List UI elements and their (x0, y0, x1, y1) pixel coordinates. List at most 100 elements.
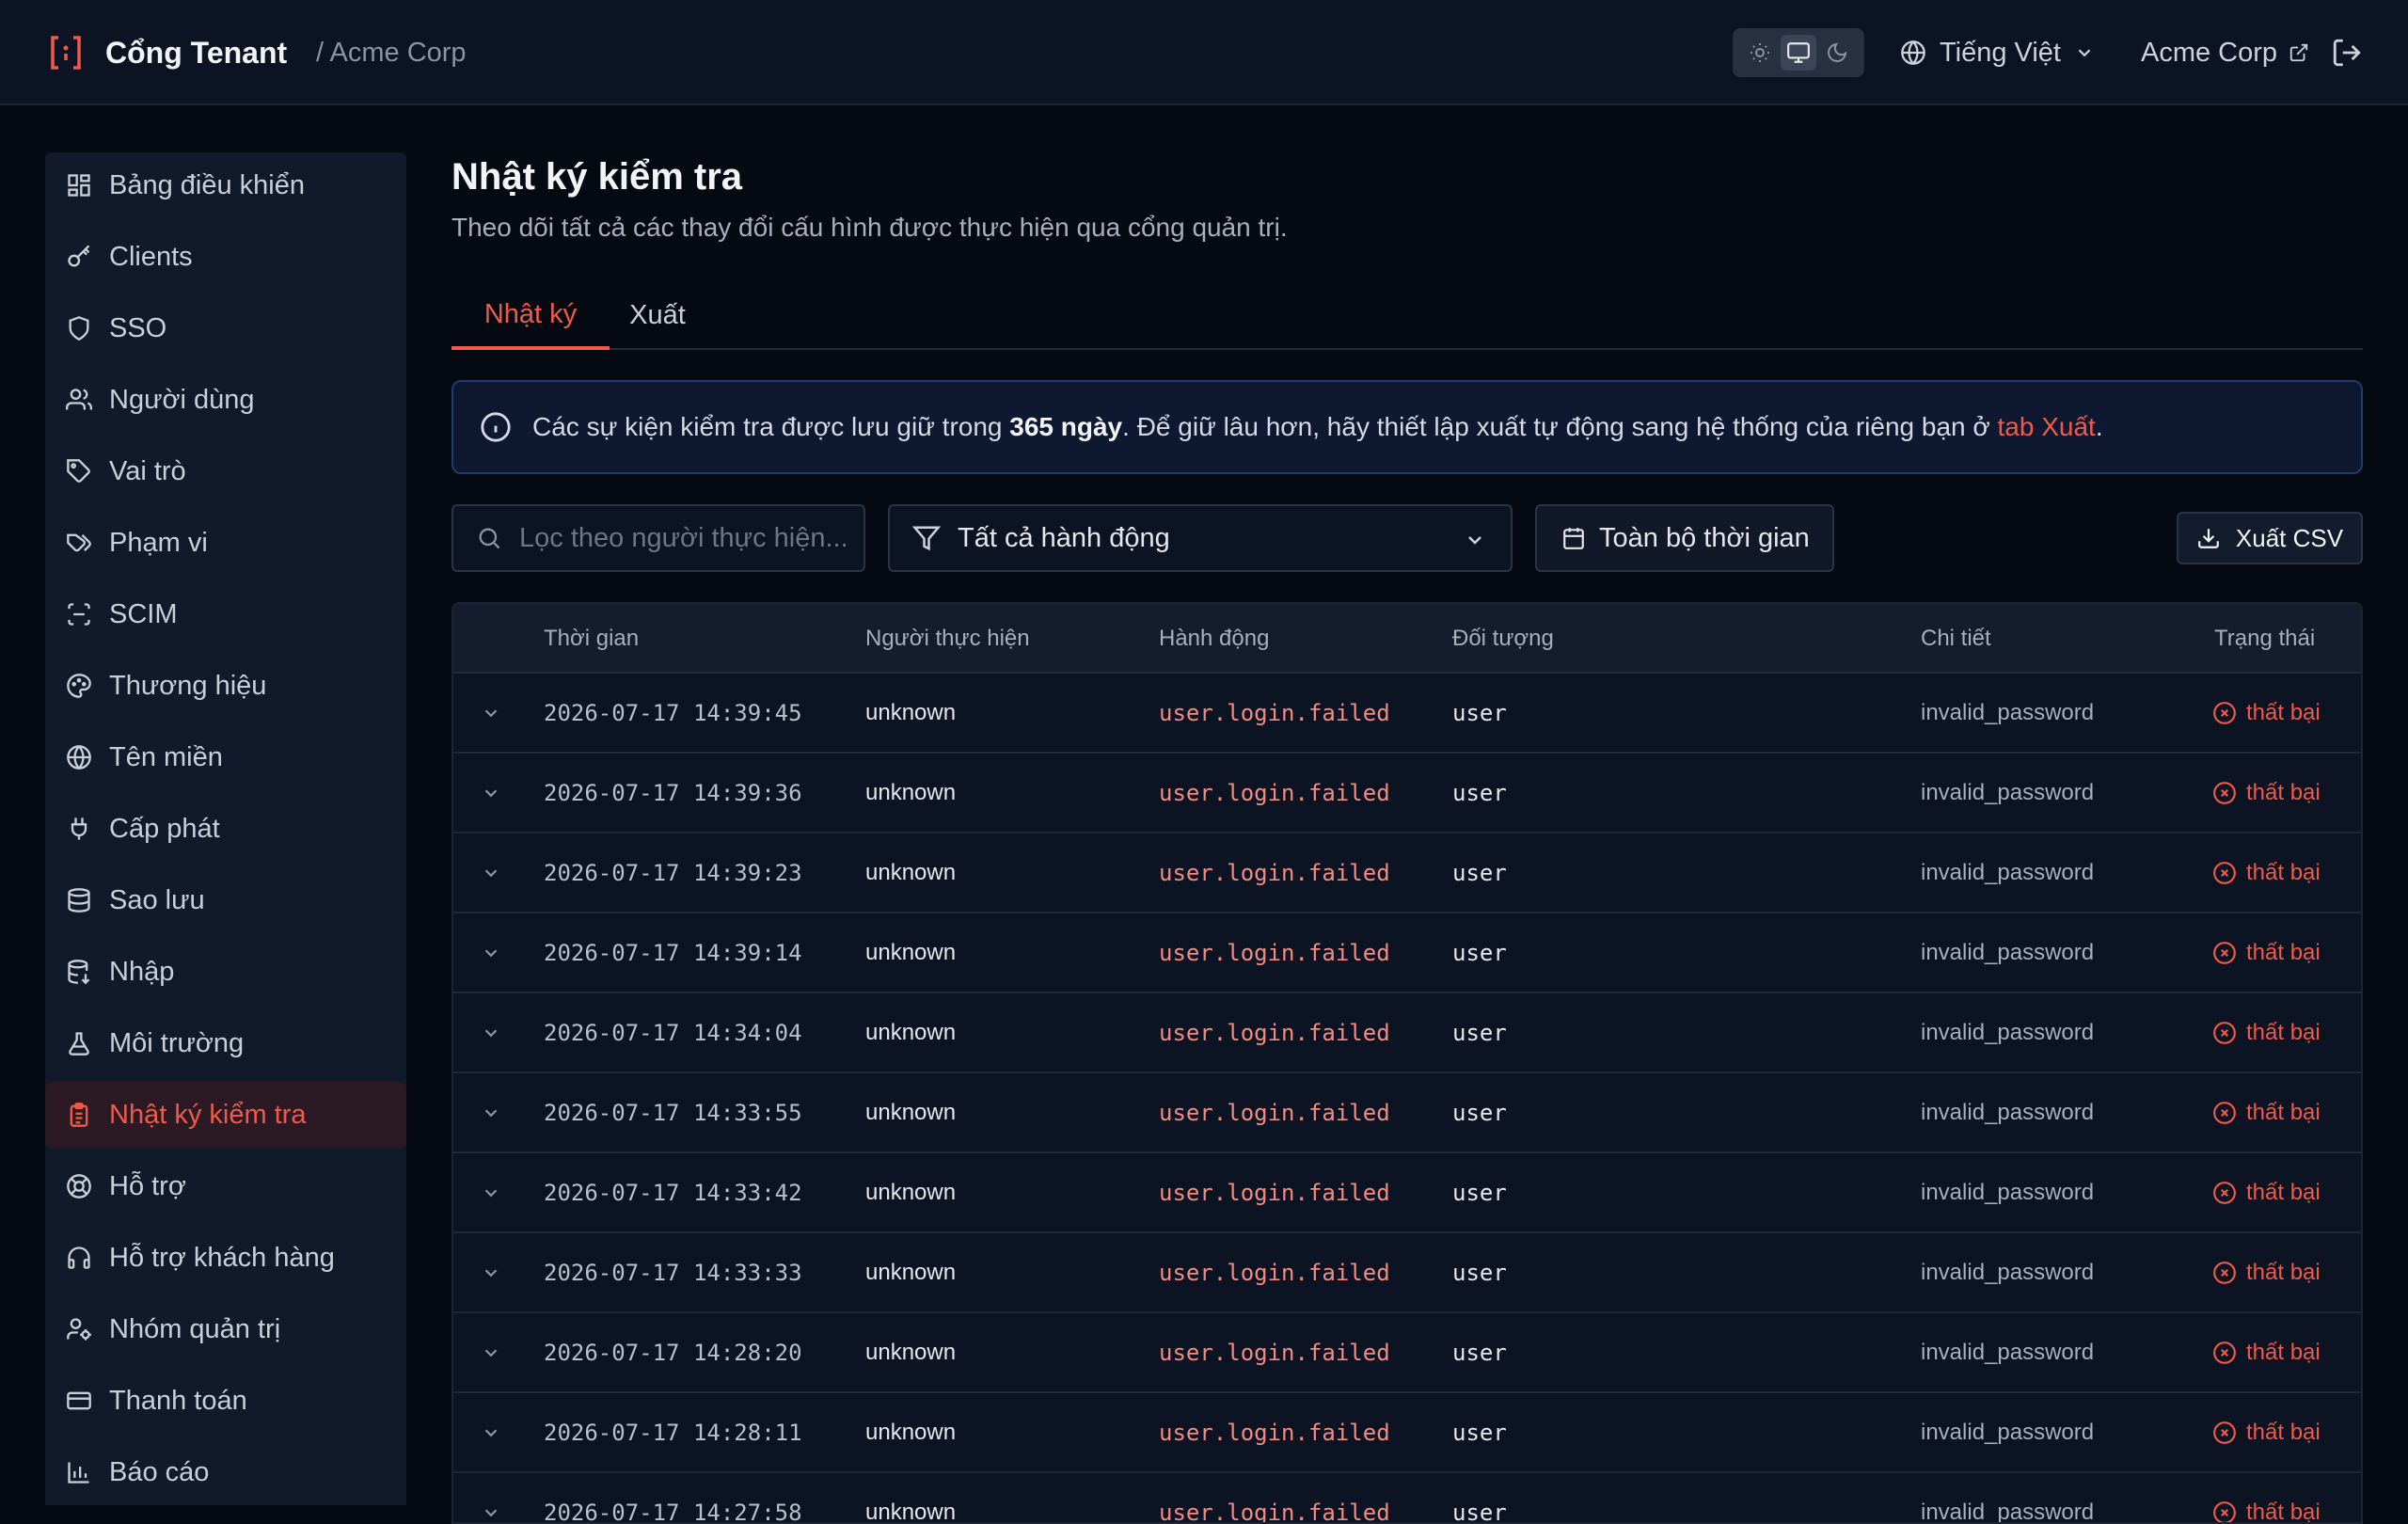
cell-detail: invalid_password (1921, 913, 2094, 992)
cell-actor: unknown (865, 833, 956, 912)
dashboard-icon (66, 172, 92, 198)
table-row[interactable]: 2026-07-17 14:39:45unknownuser.login.fai… (453, 674, 2361, 754)
sidebar-item-clients[interactable]: Clients (45, 224, 406, 290)
table-row[interactable]: 2026-07-17 14:33:55unknownuser.login.fai… (453, 1073, 2361, 1153)
column-target[interactable]: Đối tượng (1452, 625, 1554, 653)
sidebar-item-reports[interactable]: Báo cáo (45, 1439, 406, 1505)
row-expand-button[interactable] (472, 1153, 510, 1231)
sidebar-item-import[interactable]: Nhập (45, 939, 406, 1005)
sidebar-item-billing[interactable]: Thanh toán (45, 1368, 406, 1434)
database-import-icon (66, 959, 92, 985)
sidebar-item-domains[interactable]: Tên miền (45, 724, 406, 790)
sidebar-item-provisioning[interactable]: Cấp phát (45, 796, 406, 862)
table-row[interactable]: 2026-07-17 14:33:42unknownuser.login.fai… (453, 1153, 2361, 1233)
table-row[interactable]: 2026-07-17 14:34:04unknownuser.login.fai… (453, 993, 2361, 1073)
cell-actor: unknown (865, 1153, 956, 1231)
cell-target: user (1452, 913, 1507, 992)
column-time[interactable]: Thời gian (544, 625, 639, 653)
sidebar-item-dashboard[interactable]: Bảng điều khiển (45, 152, 406, 218)
sidebar-item-backup[interactable]: Sao lưu (45, 867, 406, 933)
logout-icon[interactable] (2331, 36, 2363, 70)
table-row[interactable]: 2026-07-17 14:28:11unknownuser.login.fai… (453, 1393, 2361, 1473)
cell-action: user.login.failed (1159, 1233, 1390, 1311)
action-filter-select[interactable]: Tất cả hành động (888, 504, 1513, 572)
cell-detail: invalid_password (1921, 1153, 2094, 1231)
notice-export-tab-link[interactable]: tab Xuất (1998, 412, 2096, 441)
sidebar-item-label: Nhật ký kiểm tra (109, 1100, 307, 1131)
sidebar-item-support[interactable]: Hỗ trợ (45, 1153, 406, 1219)
sidebar-item-branding[interactable]: Thương hiệu (45, 653, 406, 719)
cell-action: user.login.failed (1159, 674, 1390, 752)
brand-name[interactable]: Cổng Tenant (105, 32, 287, 73)
dark-theme-button[interactable] (1819, 35, 1855, 71)
cell-status: thất bại (2212, 1393, 2321, 1471)
cell-time: 2026-07-17 14:28:11 (544, 1393, 802, 1471)
row-expand-button[interactable] (472, 1473, 510, 1524)
x-circle-icon (2212, 1021, 2237, 1045)
column-action[interactable]: Hành động (1159, 625, 1269, 653)
cell-time: 2026-07-17 14:33:33 (544, 1233, 802, 1311)
cell-actor: unknown (865, 913, 956, 992)
sidebar-item-environments[interactable]: Môi trường (45, 1010, 406, 1076)
chevron-down-icon (481, 1422, 501, 1443)
sidebar-item-audit-log[interactable]: Nhật ký kiểm tra (45, 1082, 406, 1148)
sidebar-item-admin-groups[interactable]: Nhóm quản trị (45, 1296, 406, 1362)
cell-actor: unknown (865, 674, 956, 752)
credit-card-icon (66, 1388, 92, 1414)
monitor-icon (1786, 40, 1811, 65)
export-csv-button[interactable]: Xuất CSV (2177, 512, 2363, 564)
row-expand-button[interactable] (472, 1233, 510, 1311)
cell-detail: invalid_password (1921, 993, 2094, 1072)
table-row[interactable]: 2026-07-17 14:39:23unknownuser.login.fai… (453, 833, 2361, 913)
x-circle-icon (2212, 701, 2237, 725)
sidebar-item-customer-support[interactable]: Hỗ trợ khách hàng (45, 1225, 406, 1291)
sidebar-item-label: SCIM (109, 599, 178, 630)
users-icon (66, 387, 92, 413)
row-expand-button[interactable] (472, 913, 510, 992)
notice-text-end: . (2096, 412, 2103, 441)
column-detail[interactable]: Chi tiết (1921, 625, 1991, 653)
table-row[interactable]: 2026-07-17 14:27:58unknownuser.login.fai… (453, 1473, 2361, 1524)
table-row[interactable]: 2026-07-17 14:39:36unknownuser.login.fai… (453, 754, 2361, 833)
status-label: thất bại (2246, 940, 2321, 966)
row-expand-button[interactable] (472, 754, 510, 832)
row-expand-button[interactable] (472, 993, 510, 1072)
lifebuoy-icon (66, 1173, 92, 1199)
status-label: thất bại (2246, 1340, 2321, 1366)
time-range-button[interactable]: Toàn bộ thời gian (1535, 504, 1834, 572)
row-expand-button[interactable] (472, 674, 510, 752)
sidebar-item-users[interactable]: Người dùng (45, 367, 406, 433)
sidebar-item-label: Báo cáo (109, 1457, 209, 1488)
system-theme-button[interactable] (1781, 35, 1816, 71)
tab-log[interactable]: Nhật ký (452, 282, 610, 350)
column-actor[interactable]: Người thực hiện (865, 625, 1030, 653)
table-row[interactable]: 2026-07-17 14:39:14unknownuser.login.fai… (453, 913, 2361, 993)
language-selector[interactable]: Tiếng Việt (1900, 32, 2095, 73)
export-csv-label: Xuất CSV (2236, 524, 2343, 553)
row-expand-button[interactable] (472, 833, 510, 912)
x-circle-icon (2212, 781, 2237, 805)
cell-time: 2026-07-17 14:39:36 (544, 754, 802, 832)
tab-export[interactable]: Xuất (610, 282, 705, 348)
status-label: thất bại (2246, 780, 2321, 806)
sidebar-item-scim[interactable]: SCIM (45, 581, 406, 647)
actor-filter-input[interactable]: Lọc theo người thực hiện... (452, 504, 865, 572)
cell-target: user (1452, 1233, 1507, 1311)
table-row[interactable]: 2026-07-17 14:33:33unknownuser.login.fai… (453, 1233, 2361, 1313)
globe-icon (66, 744, 92, 770)
cell-status: thất bại (2212, 913, 2321, 992)
sidebar-item-scopes[interactable]: Phạm vi (45, 510, 406, 576)
cell-status: thất bại (2212, 754, 2321, 832)
chevron-down-icon (481, 1103, 501, 1123)
row-expand-button[interactable] (472, 1073, 510, 1151)
row-expand-button[interactable] (472, 1313, 510, 1391)
sidebar-item-roles[interactable]: Vai trò (45, 438, 406, 504)
column-status[interactable]: Trạng thái (2214, 625, 2315, 653)
cell-detail: invalid_password (1921, 1393, 2094, 1471)
light-theme-button[interactable] (1742, 35, 1778, 71)
row-expand-button[interactable] (472, 1393, 510, 1471)
sidebar-item-sso[interactable]: SSO (45, 295, 406, 361)
table-row[interactable]: 2026-07-17 14:28:20unknownuser.login.fai… (453, 1313, 2361, 1393)
status-label: thất bại (2246, 1100, 2321, 1126)
org-link[interactable]: Acme Corp (2141, 32, 2309, 73)
